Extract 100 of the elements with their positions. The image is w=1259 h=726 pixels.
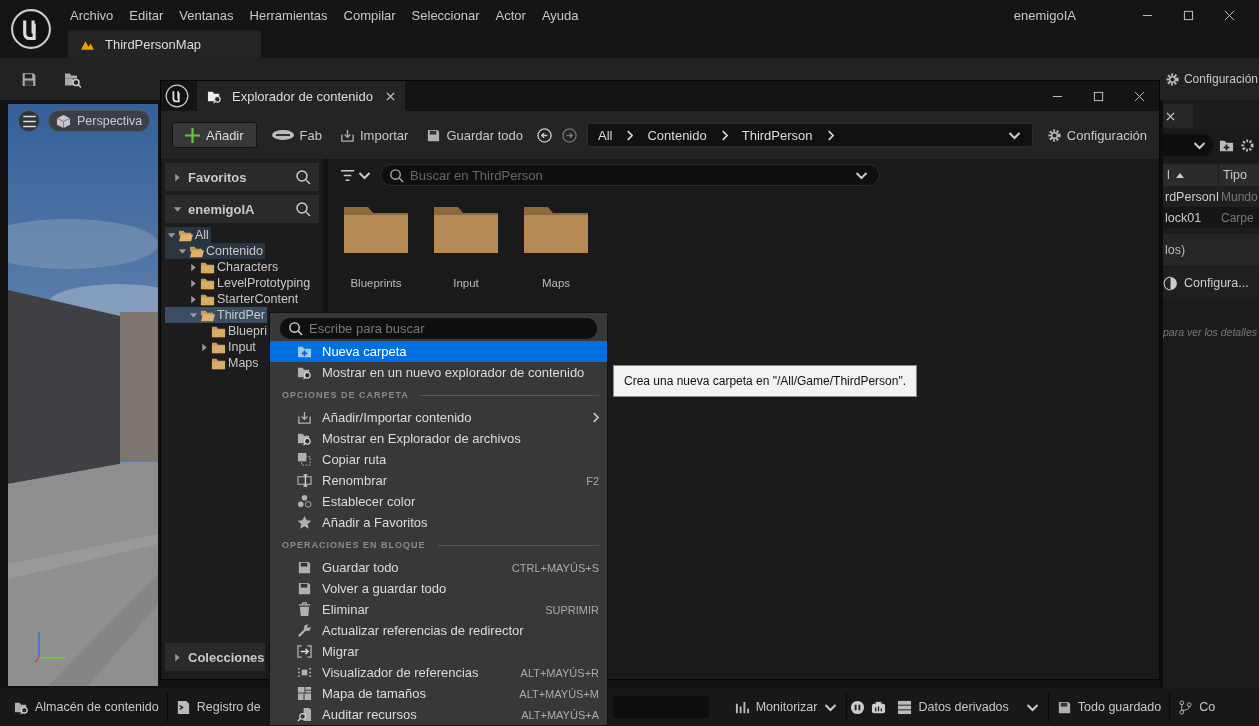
table-cell-text: Mundo: [1220, 189, 1258, 204]
breadcrumb-link[interactable]: ThirdPerson: [741, 127, 813, 143]
menu-item[interactable]: Seleccionar: [403, 7, 488, 23]
chevron-right-icon[interactable]: [720, 129, 728, 141]
close-icon[interactable]: [386, 91, 395, 101]
import-icon: [297, 410, 312, 425]
gear-icon: [1164, 71, 1180, 87]
tree-item[interactable]: Characters: [165, 259, 281, 275]
tooltip: Crea una nueva carpeta en "/All/Game/ThirdPerson".: [613, 365, 917, 397]
camera-icon[interactable]: [871, 699, 887, 715]
tree-item[interactable]: Maps: [165, 355, 261, 371]
shortcut-text: ALT+MAYÚS+A: [521, 708, 599, 721]
menu-item[interactable]: Herramientas: [241, 7, 336, 23]
project-name: enemigoIA: [1013, 7, 1076, 23]
view-mode-button[interactable]: Perspectiva: [48, 110, 151, 132]
folder-name[interactable]: Blueprints: [350, 277, 402, 289]
settings-button[interactable]: Configuración: [1164, 71, 1259, 87]
level-tab[interactable]: ThirdPersonMap: [68, 30, 262, 58]
save-status-button[interactable]: Todo guardado: [1048, 692, 1171, 722]
menu-item[interactable]: Guardar todo CTRL+MAYÚS+S: [270, 557, 607, 578]
save-icon[interactable]: [20, 70, 38, 88]
monitor-button[interactable]: Monitorizar: [726, 692, 848, 722]
menu-item[interactable]: Renombrar F2: [270, 470, 607, 491]
section-header[interactable]: Favoritos: [165, 163, 319, 191]
menu-item[interactable]: Añadir a Favoritos: [270, 512, 607, 533]
menu-item[interactable]: Visualizador de referencias ALT+MAYÚS+R: [270, 662, 607, 683]
section-header[interactable]: Colecciones: [165, 643, 265, 671]
settings-button[interactable]: Configura...: [1163, 268, 1259, 298]
derived-data-button[interactable]: Datos derivados: [889, 692, 1049, 722]
reference-graph-icon: [297, 665, 312, 680]
shortcut-text: CTRL+MAYÚS+S: [511, 561, 599, 574]
tree-item[interactable]: All: [165, 227, 211, 243]
menu-item[interactable]: Actor: [487, 7, 534, 23]
menu-item[interactable]: Archivo: [62, 7, 122, 23]
column-header[interactable]: Tipo: [1219, 164, 1251, 186]
forward-icon[interactable]: [562, 127, 577, 143]
menu-item[interactable]: Mapa de tamaños ALT+MAYÚS+M: [270, 683, 607, 704]
section-label: OPCIONES DE CARPETA: [282, 390, 409, 400]
search-input[interactable]: Buscar en ThirdPerson: [410, 167, 848, 183]
menu-item[interactable]: Mostrar en un nuevo explorador de contenido: [270, 362, 607, 383]
menu-item[interactable]: Compilar: [335, 7, 404, 23]
content-drawer-button[interactable]: Almacén de contenido: [6, 692, 168, 722]
search-field[interactable]: Escribe para buscar: [280, 318, 597, 339]
menu-item[interactable]: Establecer color: [270, 491, 607, 512]
menu-item[interactable]: Eliminar SUPRIMIR: [270, 599, 607, 620]
record-icon[interactable]: [850, 699, 866, 715]
maximize-icon[interactable]: [1183, 9, 1194, 21]
tree-item[interactable]: StarterContent: [165, 291, 301, 307]
search-icon[interactable]: [295, 201, 311, 217]
menu-item[interactable]: Añadir/Importar contenido: [270, 407, 607, 428]
folder-plus-icon: [297, 344, 312, 359]
menu-item[interactable]: Editar: [121, 7, 172, 23]
chevron-right-icon[interactable]: [826, 129, 834, 141]
engine-logo[interactable]: [10, 8, 52, 50]
back-icon[interactable]: [537, 127, 552, 143]
folder-name[interactable]: Maps: [541, 277, 571, 289]
menu-item[interactable]: Mostrar en Explorador de archivos: [270, 428, 607, 449]
menu-item[interactable]: Actualizar referencias de redirector: [270, 620, 607, 641]
copy-path-icon: [297, 452, 312, 467]
settings-button[interactable]: Configuración: [1042, 127, 1151, 143]
tree-item[interactable]: Bluepri: [165, 323, 269, 339]
panel-tab[interactable]: [1163, 104, 1193, 128]
close-icon[interactable]: [1166, 111, 1175, 121]
menu-item[interactable]: Auditar recursos ALT+MAYÚS+A: [270, 704, 607, 725]
search-field[interactable]: Buscar en ThirdPerson: [380, 164, 880, 186]
breadcrumb-link[interactable]: All: [598, 127, 613, 143]
maximize-icon[interactable]: [1093, 90, 1104, 102]
folder-name[interactable]: Input: [453, 277, 479, 289]
menu-item[interactable]: Volver a guardar todo: [270, 578, 607, 599]
window-tab[interactable]: Explorador de contenido: [197, 81, 405, 111]
tree-item[interactable]: Contenido: [165, 243, 265, 259]
shortcut-text: ALT+MAYÚS+R: [520, 666, 599, 679]
menu-item[interactable]: Copiar ruta: [270, 449, 607, 470]
tree-item[interactable]: Input: [165, 339, 258, 355]
output-log-button[interactable]: Registro de: [167, 692, 261, 722]
add-button[interactable]: Añadir: [172, 122, 257, 148]
menu-item[interactable]: Nueva carpeta: [270, 341, 607, 362]
branch-icon: [1178, 699, 1194, 715]
menu-item[interactable]: Ayuda: [533, 7, 587, 23]
chevron-right-icon[interactable]: [626, 129, 634, 141]
shortcut-text: SUPRIMIR: [545, 603, 599, 616]
section-header[interactable]: enemigoIA: [165, 195, 319, 223]
toolbar-button[interactable]: Guardar todo: [422, 127, 527, 143]
tree-item[interactable]: ThirdPer: [165, 307, 267, 323]
toolbar-button[interactable]: Importar: [336, 127, 413, 143]
menu-item[interactable]: Migrar: [270, 641, 607, 662]
filter-button[interactable]: [340, 167, 372, 183]
filter-dropdown[interactable]: [1163, 134, 1213, 156]
close-icon[interactable]: [1134, 90, 1145, 102]
tree-item[interactable]: LevelPrototyping: [165, 275, 313, 291]
search-icon[interactable]: [295, 169, 311, 185]
folder-search-icon: [297, 365, 312, 380]
toolbar-button[interactable]: Fab: [266, 127, 326, 143]
migrate-icon: [297, 644, 312, 659]
gear-icon[interactable]: [1240, 137, 1255, 153]
source-control-button[interactable]: Co: [1170, 692, 1216, 722]
close-icon[interactable]: [1224, 9, 1235, 21]
menu-item[interactable]: Ventanas: [171, 7, 242, 23]
breadcrumb-link[interactable]: Contenido: [647, 127, 707, 143]
search-input[interactable]: Escribe para buscar: [309, 321, 589, 336]
